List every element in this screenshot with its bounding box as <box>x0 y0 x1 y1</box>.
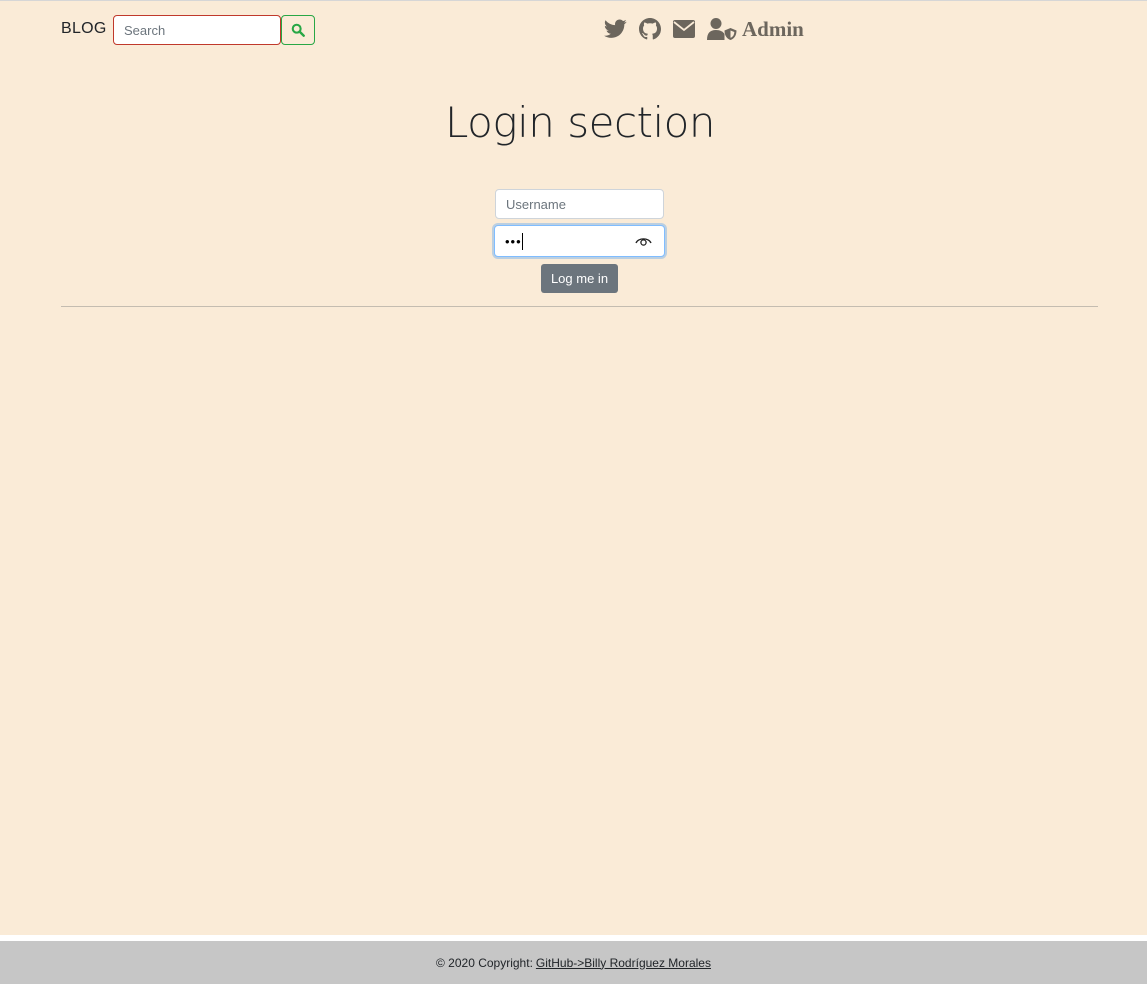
search-input[interactable] <box>113 15 281 45</box>
search-icon <box>291 23 305 37</box>
divider <box>61 306 1098 307</box>
user-shield-icon <box>707 18 737 40</box>
password-input[interactable] <box>495 226 625 256</box>
github-footer-link[interactable]: GitHub->Billy Rodríguez Morales <box>536 956 711 970</box>
envelope-icon[interactable] <box>673 20 695 38</box>
top-rule <box>0 0 1147 1</box>
password-field[interactable] <box>494 225 665 257</box>
text-caret <box>522 233 523 250</box>
copyright-text: © 2020 Copyright: <box>436 955 533 970</box>
search-button[interactable] <box>281 15 315 45</box>
twitter-icon[interactable] <box>604 19 627 39</box>
github-icon[interactable] <box>639 18 661 40</box>
social-nav: Admin <box>604 14 804 44</box>
admin-label: Admin <box>742 16 804 41</box>
eye-icon[interactable] <box>634 234 652 248</box>
login-button[interactable]: Log me in <box>541 264 618 293</box>
username-input[interactable] <box>495 189 664 219</box>
admin-link[interactable]: Admin <box>707 17 804 42</box>
footer: © 2020 Copyright: GitHub->Billy Rodrígue… <box>0 941 1147 984</box>
page-title: Login section <box>445 98 715 147</box>
brand-link[interactable]: BLOG <box>61 20 107 38</box>
